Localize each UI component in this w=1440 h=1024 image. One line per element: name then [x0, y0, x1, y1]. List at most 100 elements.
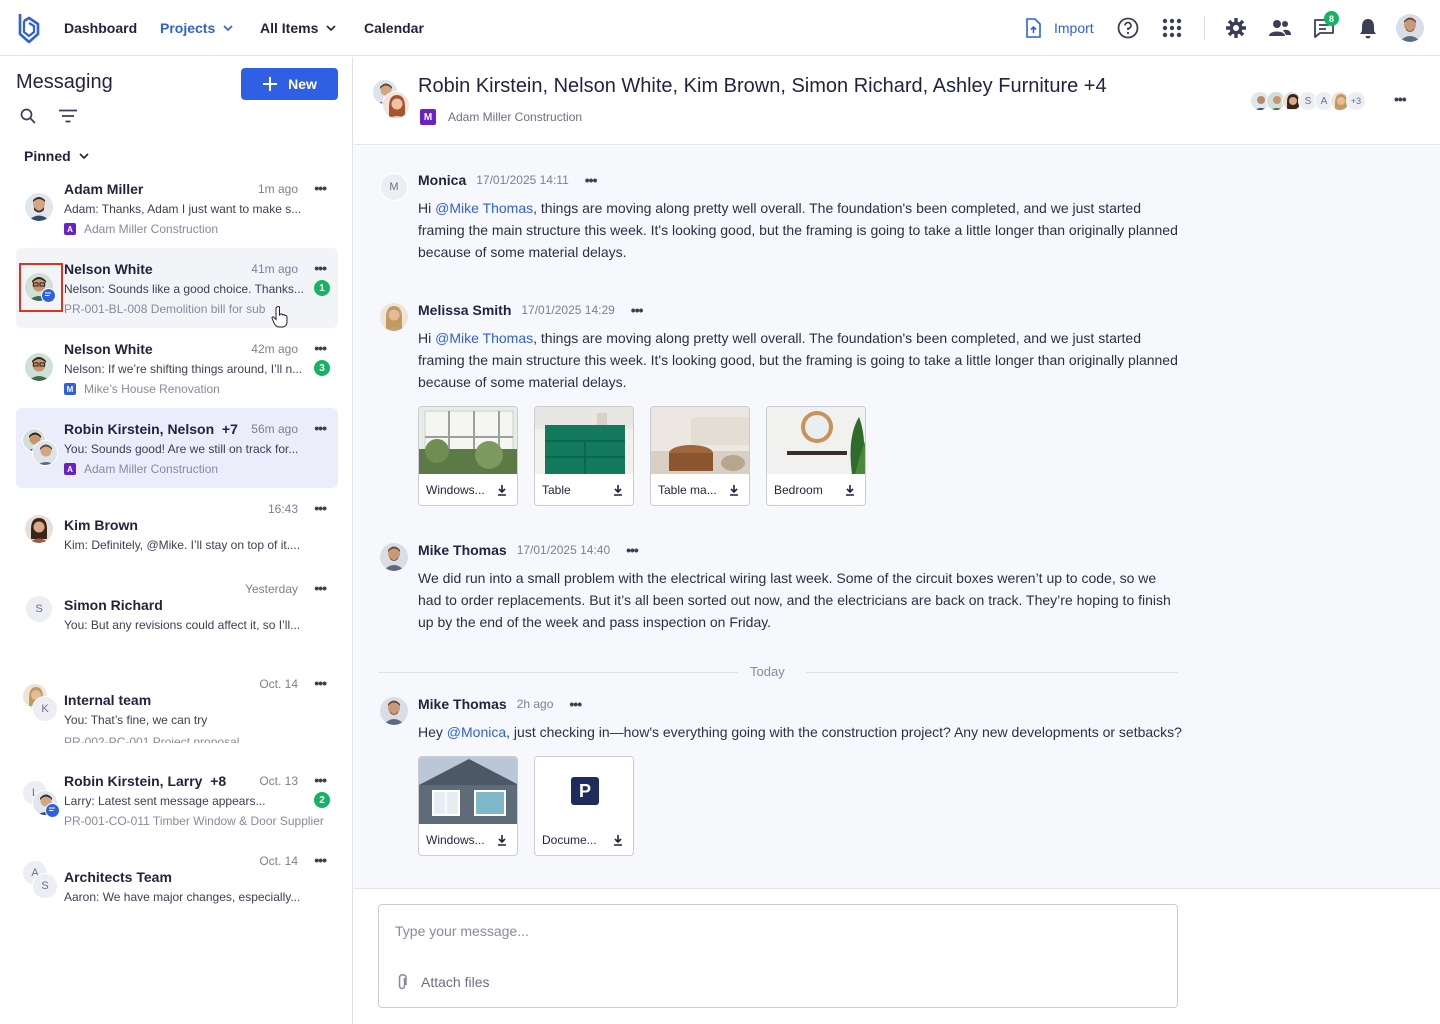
avatar: S [25, 595, 53, 623]
conversation-item[interactable]: L Robin Kirstein, Larry +8 Oct. 13 ••• L… [16, 760, 338, 840]
message-text: Hi [418, 200, 436, 216]
download-icon[interactable] [613, 484, 623, 496]
conversation-project: PR-001-BL-008 Demolition bill for sub [64, 302, 265, 316]
conversation-preview: You: But any revisions could affect it, … [64, 618, 301, 632]
message-composer[interactable]: Type your message... Attach files [378, 904, 1178, 1008]
more-options-icon[interactable]: ••• [314, 340, 327, 356]
more-options-icon[interactable]: ••• [314, 260, 327, 276]
project-name: Adam Miller Construction [84, 462, 219, 476]
settings-gear-icon[interactable] [1222, 14, 1250, 42]
download-icon[interactable] [497, 834, 507, 846]
nav-dashboard[interactable]: Dashboard [64, 0, 137, 56]
chevron-down-icon [79, 153, 89, 160]
conversation-item[interactable]: K Internal team Oct. 14 ••• You: That’s … [16, 663, 338, 743]
conversation-item-selected[interactable]: Robin Kirstein, Nelson +7 56m ago ••• Yo… [16, 408, 338, 488]
notifications-bell-icon[interactable] [1354, 14, 1382, 42]
filter-icon[interactable] [58, 109, 78, 123]
more-options-icon[interactable]: ••• [314, 420, 327, 436]
attachment-card[interactable]: Windows... [418, 406, 518, 506]
download-icon[interactable] [497, 484, 507, 496]
more-options-icon[interactable]: ••• [314, 675, 327, 691]
paperclip-icon [398, 974, 407, 990]
more-options-icon[interactable]: ••• [314, 772, 327, 788]
new-conversation-button[interactable]: New [241, 68, 338, 100]
conversation-name: Simon Richard [64, 597, 163, 613]
nav-projects[interactable]: Projects [160, 0, 233, 56]
top-navigation-bar: Dashboard Projects All Items Calendar Im… [0, 0, 1440, 56]
avatar [25, 353, 53, 381]
more-options-icon[interactable]: ••• [314, 580, 327, 596]
conversation-item[interactable]: Nelson White 42m ago ••• Nelson: If we’r… [16, 328, 338, 408]
conversation-name-text: Robin Kirstein, Nelson [64, 421, 215, 437]
participants-stack[interactable]: S A +3 [1250, 91, 1370, 111]
attachment-card[interactable]: Table [534, 406, 634, 506]
message-thread: M Monica 17/01/2025 14:11 ••• Hi @Mike T… [354, 146, 1440, 888]
chat-more-options-icon[interactable]: ••• [1394, 91, 1407, 107]
message-input[interactable]: Type your message... [395, 923, 529, 939]
conversation-item[interactable]: S Simon Richard Yesterday ••• You: But a… [16, 568, 338, 648]
message-options-icon[interactable]: ••• [626, 542, 639, 558]
message-options-icon[interactable]: ••• [631, 302, 644, 318]
conversation-preview: Aaron: We have major changes, especially… [64, 890, 301, 904]
date-divider: Today [378, 664, 1178, 680]
import-label: Import [1054, 20, 1094, 36]
more-options-icon[interactable]: ••• [314, 852, 327, 868]
conversation-name: Adam Miller [64, 181, 144, 197]
messages-icon[interactable]: 8 [1310, 11, 1339, 42]
attachment-card[interactable]: P Docume... [534, 756, 634, 856]
avatar [382, 91, 410, 119]
mention-link[interactable]: @Monica [447, 724, 506, 740]
nav-dashboard-label: Dashboard [64, 20, 138, 36]
avatar [380, 303, 408, 331]
project-badge: M [64, 383, 76, 395]
chat-project[interactable]: M Adam Miller Construction [420, 109, 582, 125]
attachment-name: Windows... [426, 833, 485, 847]
attachment-thumbnail [651, 407, 749, 474]
message-text: , just checking in—how's everything goin… [506, 724, 1182, 740]
nav-calendar[interactable]: Calendar [364, 0, 424, 56]
attachment-thumbnail [419, 407, 517, 474]
attachment-name: Windows... [426, 483, 485, 497]
attachment-card[interactable]: Windows... [418, 756, 518, 856]
attachment-name: Table [542, 483, 571, 497]
project-name: Mike’s House Renovation [84, 382, 220, 396]
avatar [380, 543, 408, 571]
conversation-time: 42m ago [251, 342, 298, 356]
message-text: Hi [418, 330, 436, 346]
pinned-section-toggle[interactable]: Pinned [24, 148, 89, 164]
download-icon[interactable] [729, 484, 739, 496]
nav-all-items[interactable]: All Items [260, 0, 336, 56]
conversation-preview: Kim: Definitely, @Mike. I’ll stay on top… [64, 538, 301, 552]
download-icon[interactable] [613, 834, 623, 846]
conversation-extra-count: +7 [221, 421, 238, 437]
message-options-icon[interactable]: ••• [585, 172, 598, 188]
conversation-item[interactable]: Adam Miller 1m ago ••• Adam: Thanks, Ada… [16, 168, 338, 248]
user-avatar[interactable] [1396, 14, 1424, 42]
conversation-time: 1m ago [257, 182, 298, 196]
conversation-time: 16:43 [267, 502, 298, 516]
attachment-card[interactable]: Bedroom [766, 406, 866, 506]
apps-grid-icon[interactable] [1158, 14, 1186, 42]
mention-link[interactable]: @Mike Thomas [435, 330, 533, 346]
attachment-card[interactable]: Table ma... [650, 406, 750, 506]
download-icon[interactable] [845, 484, 855, 496]
conversation-time: 56m ago [251, 422, 298, 436]
conversation-name: Internal team [64, 692, 152, 708]
message-author: Mike Thomas [418, 542, 507, 558]
attachment-name: Bedroom [774, 483, 823, 497]
more-options-icon[interactable]: ••• [314, 180, 327, 196]
message-options-icon[interactable]: ••• [569, 696, 582, 712]
conversation-item[interactable]: Kim Brown 16:43 ••• Kim: Definitely, @Mi… [16, 488, 338, 568]
conversation-name: Nelson White [64, 341, 153, 357]
import-button[interactable]: Import [1024, 0, 1094, 56]
message-body: Hi @Mike Thomas, things are moving along… [418, 197, 1178, 263]
app-logo-icon[interactable] [16, 12, 42, 44]
more-options-icon[interactable]: ••• [314, 500, 327, 516]
attach-files-button[interactable]: Attach files [397, 973, 489, 991]
search-icon[interactable] [20, 108, 36, 124]
mention-link[interactable]: @Mike Thomas [435, 200, 533, 216]
conversation-item[interactable]: A S Architects Team Oct. 14 ••• Aaron: W… [16, 840, 338, 920]
nav-all-items-label: All Items [260, 20, 319, 36]
team-users-icon[interactable] [1266, 14, 1294, 42]
help-icon[interactable] [1114, 14, 1142, 42]
